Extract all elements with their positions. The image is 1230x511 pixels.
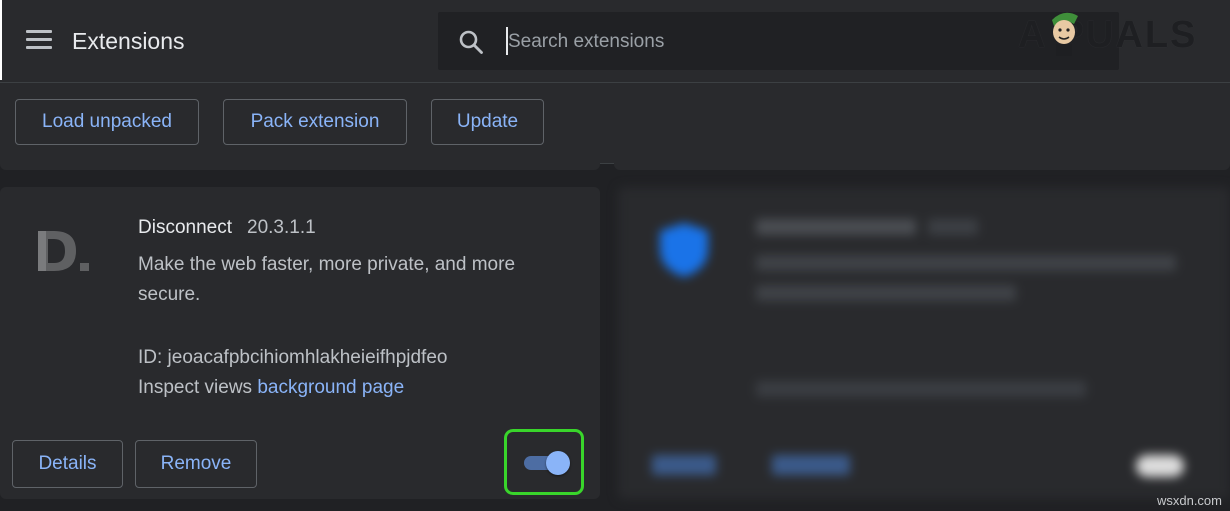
blurred-desc-1	[756, 255, 1176, 271]
extension-version: 20.3.1.1	[247, 217, 316, 238]
background-page-link[interactable]: background page	[257, 377, 404, 398]
search-box[interactable]	[438, 12, 1119, 70]
extension-card-above-left	[0, 150, 600, 170]
search-icon[interactable]	[458, 29, 484, 55]
extension-card-disconnect: Disconnect 20.3.1.1 Make the web faster,…	[0, 187, 600, 499]
load-unpacked-button[interactable]: Load unpacked	[15, 99, 199, 145]
site-watermark: wsxdn.com	[1156, 493, 1222, 508]
details-button[interactable]: Details	[12, 440, 123, 488]
enable-extension-toggle[interactable]	[524, 451, 572, 475]
top-bar: Extensions A PUALS	[0, 0, 1230, 83]
extension-id: ID: jeoacafpbcihiomhlakheieifhpjdfeo	[138, 347, 448, 368]
blurred-title	[756, 219, 916, 235]
text-caret	[506, 27, 508, 55]
remove-button[interactable]: Remove	[135, 440, 257, 488]
blurred-desc-2	[756, 285, 1016, 301]
blurred-version	[928, 219, 978, 235]
pack-extension-button[interactable]: Pack extension	[223, 99, 407, 145]
blurred-extension-card	[618, 187, 1230, 499]
mascot-icon	[1052, 12, 1078, 56]
inspect-views: Inspect views background page	[138, 377, 404, 399]
blurred-details-button	[652, 455, 716, 475]
blurred-remove-button	[772, 455, 850, 475]
extension-description: Make the web faster, more private, and m…	[138, 254, 516, 305]
hamburger-menu-icon[interactable]	[26, 30, 52, 52]
blurred-toggle	[1136, 455, 1184, 477]
window-edge	[0, 0, 2, 80]
update-button[interactable]: Update	[431, 99, 544, 145]
disconnect-logo-icon	[38, 231, 89, 271]
inspect-views-label: Inspect views	[138, 377, 253, 398]
toggle-knob	[546, 451, 570, 475]
extension-name: Disconnect	[138, 217, 232, 238]
blurred-id	[756, 381, 1086, 397]
page-title: Extensions	[72, 28, 185, 54]
extension-card-above-right	[614, 150, 1230, 170]
blurred-shield-icon	[660, 223, 708, 277]
